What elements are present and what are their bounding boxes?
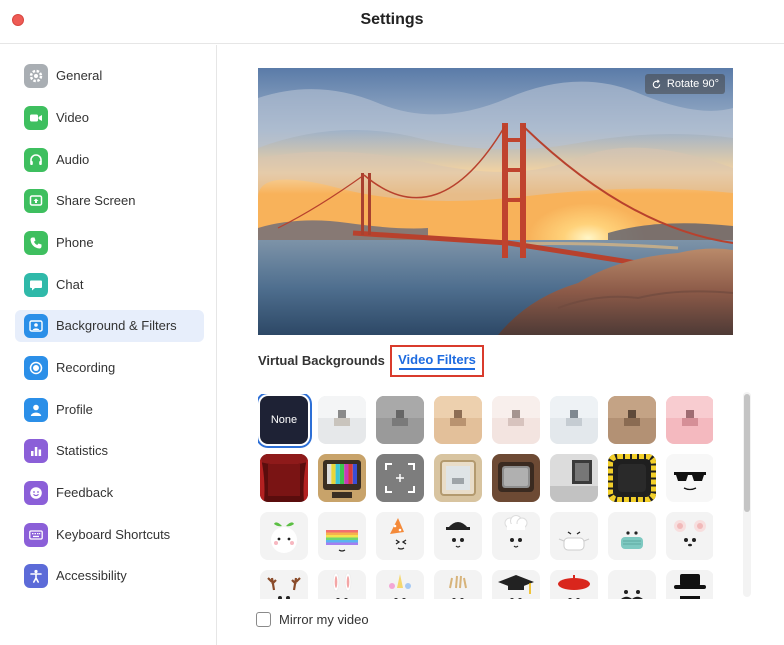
sidebar-item-general[interactable]: General <box>15 60 204 92</box>
sidebar-item-label: Video <box>56 110 90 125</box>
sidebar-item-audio[interactable]: Audio <box>15 144 204 176</box>
video-preview: Rotate 90° <box>258 68 733 335</box>
filter-crown[interactable] <box>434 570 482 599</box>
filter-camera-frame[interactable] <box>376 454 424 502</box>
mirror-video-option[interactable]: Mirror my video <box>256 612 369 627</box>
sidebar-item-label: Phone <box>56 235 94 250</box>
filter-chef-face[interactable] <box>492 512 540 560</box>
filter-gallery-frame[interactable] <box>550 454 598 502</box>
tab-video-filters-label: Video Filters <box>398 352 476 367</box>
sidebar-item-label: General <box>56 68 103 83</box>
person-background-icon <box>24 314 48 338</box>
filter-none[interactable]: None <box>260 396 308 444</box>
chat-bubble-icon <box>24 273 48 297</box>
sidebar-item-background-filters[interactable]: Background & Filters <box>15 310 204 342</box>
share-screen-icon <box>24 189 48 213</box>
filter-brown-room[interactable] <box>608 396 656 444</box>
filter-cap-face[interactable] <box>434 512 482 560</box>
sidebar-item-statistics[interactable]: Statistics <box>15 435 204 467</box>
filter-reindeer-antlers[interactable] <box>260 570 308 599</box>
rotate-label: Rotate 90° <box>666 78 719 90</box>
filter-bear-ears[interactable] <box>666 512 713 560</box>
record-icon <box>24 356 48 380</box>
headphones-icon <box>24 148 48 172</box>
mirror-video-label: Mirror my video <box>279 612 369 627</box>
filter-warm-room[interactable] <box>434 396 482 444</box>
filter-party-hat-face[interactable] <box>376 512 424 560</box>
sidebar-item-profile[interactable]: Profile <box>15 394 204 426</box>
sidebar-item-phone[interactable]: Phone <box>15 227 204 259</box>
active-tab-underline <box>399 368 475 370</box>
scrollbar-thumb[interactable] <box>744 394 750 512</box>
sidebar-item-label: Background & Filters <box>56 318 177 333</box>
golden-gate-bridge-background-image <box>258 68 733 335</box>
sidebar-item-label: Statistics <box>56 443 109 458</box>
profile-icon <box>24 398 48 422</box>
filter-sprout-face[interactable] <box>260 512 308 560</box>
sidebar-item-feedback[interactable]: Feedback <box>15 477 204 509</box>
smiley-icon <box>24 481 48 505</box>
tab-video-filters[interactable]: Video Filters <box>390 345 484 377</box>
filter-mirror-frame[interactable] <box>434 454 482 502</box>
sidebar-item-label: Accessibility <box>56 568 127 583</box>
sidebar-item-label: Share Screen <box>56 193 136 208</box>
accessibility-icon <box>24 564 48 588</box>
tab-virtual-backgrounds[interactable]: Virtual Backgrounds <box>258 348 385 380</box>
sidebar-item-chat[interactable]: Chat <box>15 269 204 301</box>
title-bar: Settings <box>0 0 784 44</box>
filter-face-mask[interactable] <box>550 512 598 560</box>
sidebar-item-accessibility[interactable]: Accessibility <box>15 560 204 592</box>
rotate-icon <box>652 79 661 88</box>
sidebar-item-label: Feedback <box>56 485 114 500</box>
filter-mustache[interactable] <box>608 570 656 599</box>
filter-none-label: None <box>270 414 298 426</box>
filter-rose-room[interactable] <box>666 396 713 444</box>
sidebar-item-share-screen[interactable]: Share Screen <box>15 185 204 217</box>
sidebar-item-label: Audio <box>56 152 90 167</box>
video-camera-icon <box>24 106 48 130</box>
keyboard-icon <box>24 523 48 547</box>
filter-grid-scrollbar[interactable] <box>743 392 751 597</box>
filter-sunflower-frame[interactable] <box>608 454 656 502</box>
mirror-video-checkbox[interactable] <box>256 612 271 627</box>
filter-bunny-ears[interactable] <box>318 570 366 599</box>
filter-rainbow-face[interactable] <box>318 512 366 560</box>
filter-gray-room[interactable] <box>376 396 424 444</box>
filter-blue-mask[interactable] <box>608 512 656 560</box>
sidebar-item-label: Keyboard Shortcuts <box>56 527 171 542</box>
filter-vintage-tv[interactable] <box>492 454 540 502</box>
filter-black-hat[interactable] <box>666 570 713 599</box>
video-filter-grid: None <box>258 394 713 599</box>
sidebar-item-label: Chat <box>56 277 84 292</box>
sidebar-item-label: Recording <box>56 360 116 375</box>
filter-graduation-cap[interactable] <box>492 570 540 599</box>
filter-red-beret[interactable] <box>550 570 598 599</box>
filter-unicorn-horn[interactable] <box>376 570 424 599</box>
filter-red-theater[interactable] <box>260 454 308 502</box>
sidebar-item-video[interactable]: Video <box>15 102 204 134</box>
bar-chart-icon <box>24 439 48 463</box>
background-filters-panel: Rotate 90° Virtual Backgrounds Video Fil… <box>218 45 784 645</box>
sidebar-item-keyboard-shortcuts[interactable]: Keyboard Shortcuts <box>15 519 204 551</box>
settings-sidebar: General Video Audio Share Screen Phone C… <box>0 45 217 645</box>
filter-retro-tv-color-bars[interactable] <box>318 454 366 502</box>
filter-sunglasses[interactable] <box>666 454 713 502</box>
rotate-90-button[interactable]: Rotate 90° <box>644 74 725 94</box>
window-title: Settings <box>360 11 424 28</box>
filter-pink-room[interactable] <box>492 396 540 444</box>
gear-icon <box>24 64 48 88</box>
phone-icon <box>24 231 48 255</box>
settings-window: Settings General Video Audio Share Scree… <box>0 0 784 645</box>
sidebar-item-recording[interactable]: Recording <box>15 352 204 384</box>
filter-bright-room[interactable] <box>318 396 366 444</box>
sidebar-item-label: Profile <box>56 402 93 417</box>
filter-cool-room[interactable] <box>550 396 598 444</box>
